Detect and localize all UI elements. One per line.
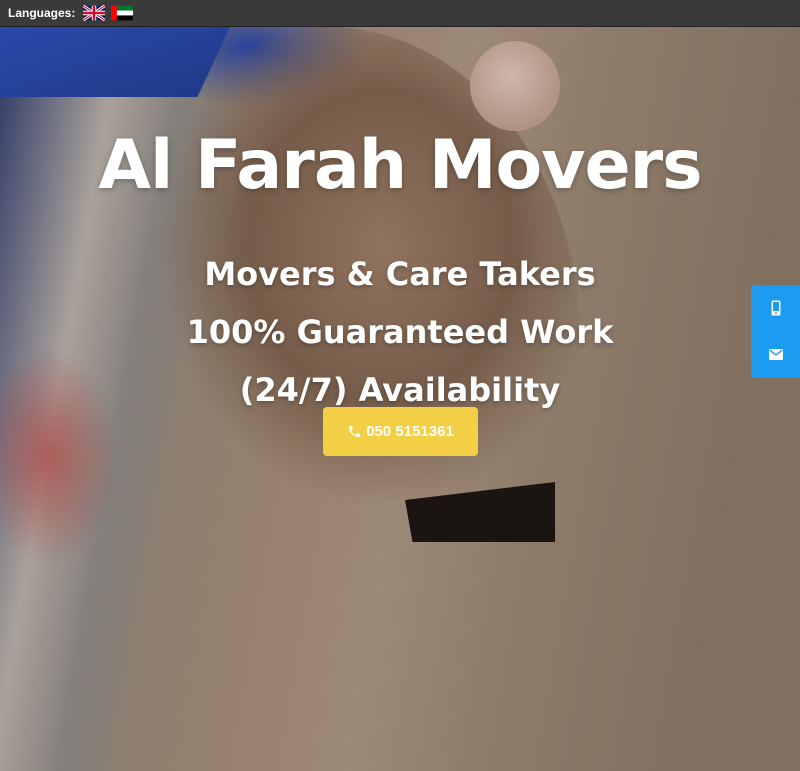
mobile-phone-icon [771, 300, 780, 316]
call-phone-button[interactable]: 050 5151361 [323, 407, 478, 456]
hero-section: Al Farah Movers Movers & Care Takers 100… [0, 27, 800, 771]
uk-flag-icon[interactable] [83, 5, 106, 21]
phone-number-label: 050 5151361 [366, 423, 454, 440]
top-bar: Languages: [0, 0, 800, 27]
phone-icon [349, 425, 361, 438]
uae-flag-icon[interactable] [111, 5, 134, 21]
envelope-icon [768, 348, 783, 360]
side-contact-panel [751, 285, 800, 378]
languages-label: Languages: [8, 6, 76, 20]
side-email-button[interactable] [751, 331, 800, 377]
hero-title: Al Farah Movers [98, 126, 702, 205]
hero-tagline: (24/7) Availability [239, 371, 561, 409]
hero-tagline: 100% Guaranteed Work [186, 313, 614, 351]
hero-tagline: Movers & Care Takers [204, 255, 596, 293]
side-call-button[interactable] [751, 285, 800, 331]
